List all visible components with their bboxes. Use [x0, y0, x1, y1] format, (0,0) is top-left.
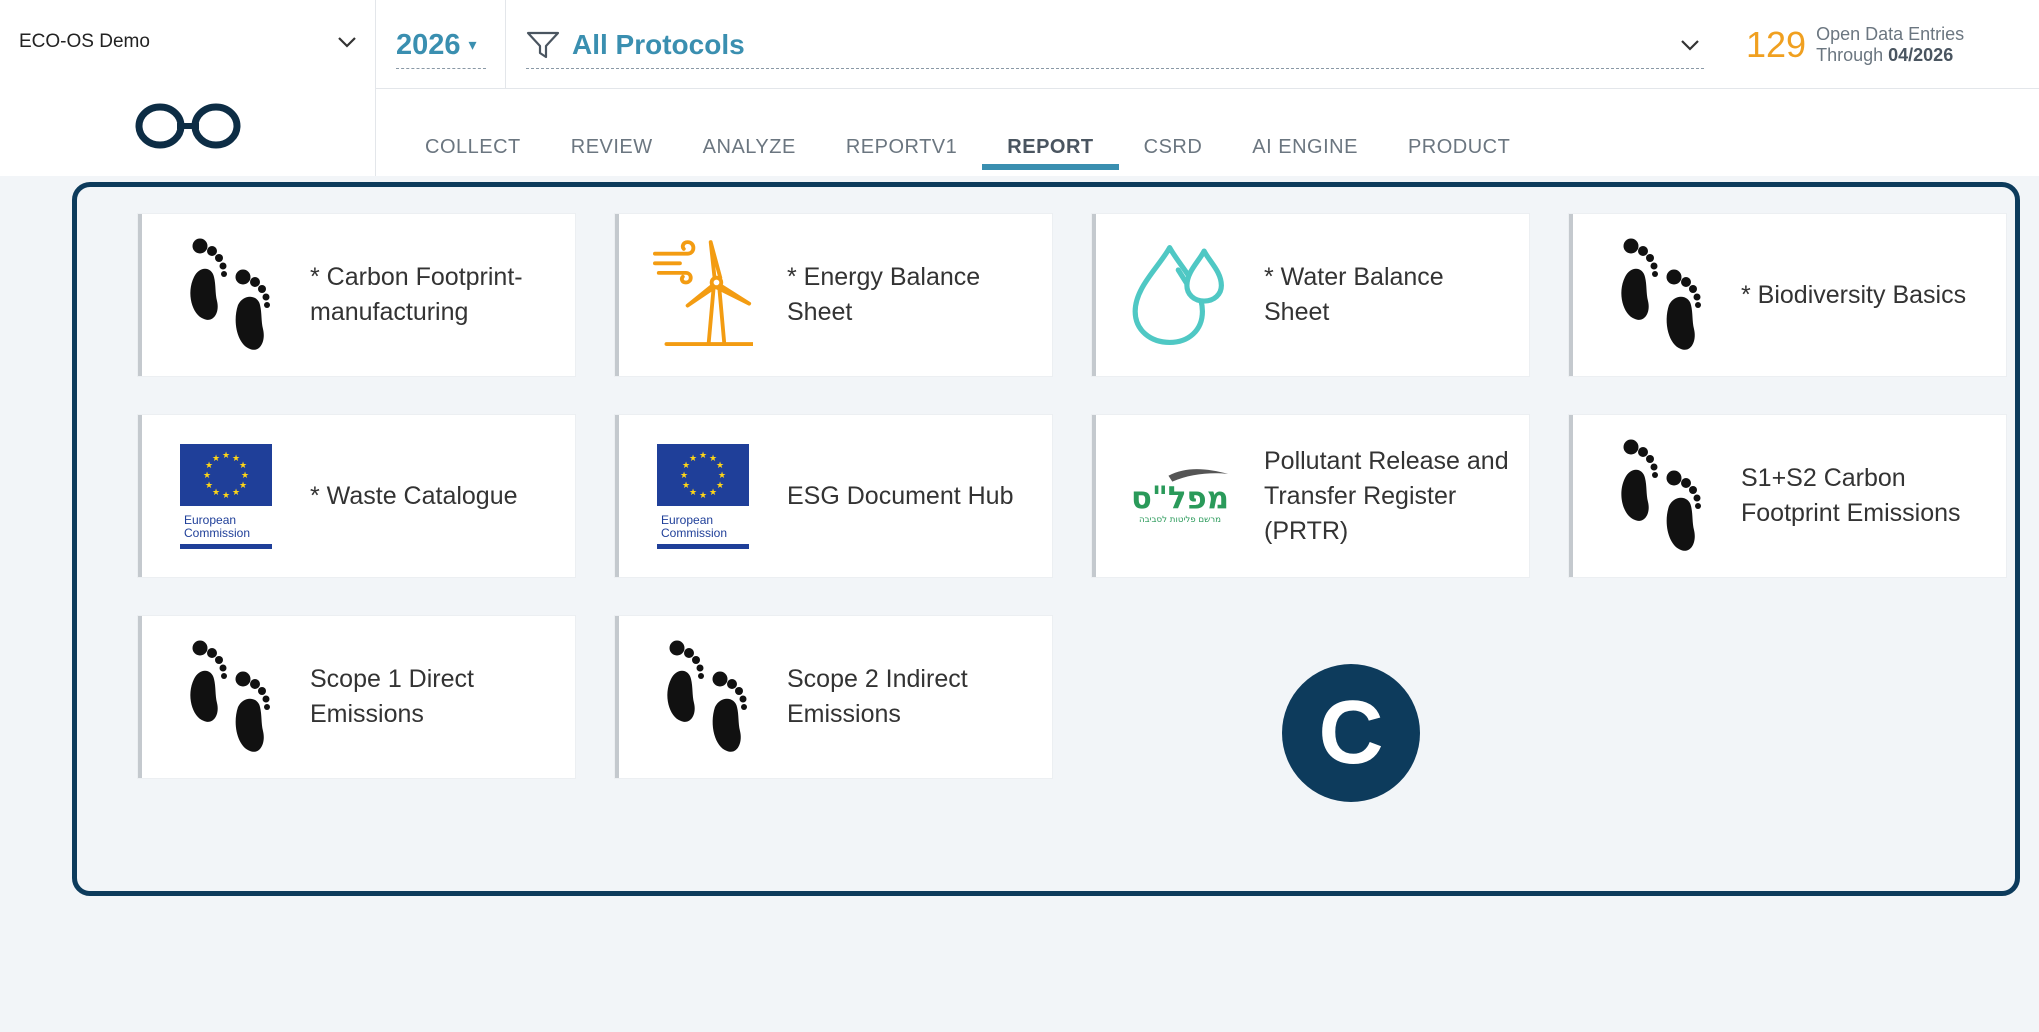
- svg-text:★: ★: [241, 471, 249, 481]
- step-badge: C: [1282, 664, 1420, 802]
- svg-text:★: ★: [699, 451, 707, 461]
- caret-down-icon: ▾: [468, 37, 477, 54]
- svg-text:★: ★: [212, 454, 220, 464]
- footprint-icon: [1607, 233, 1707, 357]
- european-commission-logo: ★ ★ ★ ★ ★ ★ ★ ★ ★ ★ ★ ★ European Commission: [176, 434, 276, 558]
- tab-collect[interactable]: COLLECT: [400, 126, 546, 170]
- chevron-down-icon: [338, 37, 356, 48]
- chevron-down-icon: [1681, 40, 1699, 51]
- ec-logo-line1: European: [661, 513, 713, 527]
- wind-turbine-icon: [653, 233, 753, 357]
- report-card-carbon-footprint-manufacturing[interactable]: * Carbon Footprint-manufacturing: [138, 214, 575, 376]
- water-drops-icon: [1130, 233, 1230, 357]
- svg-text:★: ★: [689, 488, 697, 498]
- card-label: * Energy Balance Sheet: [787, 263, 981, 326]
- header-divider: [376, 88, 2039, 89]
- card-label: * Waste Catalogue: [310, 481, 518, 510]
- through-date: 04/2026: [1888, 45, 1954, 65]
- open-entries-text: Open Data Entries Through 04/2026: [1816, 24, 1964, 66]
- svg-text:★: ★: [716, 481, 724, 491]
- card-label: Scope 1 Direct Emissions: [310, 665, 474, 728]
- top-header: ECO-OS Demo 2026 ▾ All Protocols 129 Ope…: [0, 0, 2039, 176]
- protocol-filter-label: All Protocols: [572, 29, 745, 60]
- open-data-entries[interactable]: 129 Open Data Entries Through 04/2026: [1746, 22, 1964, 68]
- svg-text:★: ★: [699, 491, 707, 501]
- tab-analyze[interactable]: ANALYZE: [678, 126, 821, 170]
- footprint-icon: [1607, 434, 1707, 558]
- svg-text:★: ★: [709, 488, 717, 498]
- ec-logo-line1: European: [184, 513, 236, 527]
- svg-text:★: ★: [222, 491, 230, 501]
- svg-text:★: ★: [205, 481, 213, 491]
- report-card-energy-balance-sheet[interactable]: * Energy Balance Sheet: [615, 214, 1052, 376]
- report-card-s1-s2-carbon-footprint[interactable]: S1+S2 Carbon Footprint Emissions: [1569, 415, 2006, 577]
- svg-text:★: ★: [239, 461, 247, 471]
- svg-text:★: ★: [203, 471, 211, 481]
- card-label: Pollutant Release and Transfer Register …: [1264, 446, 1509, 545]
- report-card-water-balance-sheet[interactable]: * Water Balance Sheet: [1092, 214, 1529, 376]
- card-label: S1+S2 Carbon Footprint Emissions: [1741, 464, 1961, 527]
- open-entries-count: 129: [1746, 24, 1807, 65]
- card-label: * Water Balance Sheet: [1264, 263, 1444, 326]
- svg-text:★: ★: [212, 488, 220, 498]
- svg-text:★: ★: [716, 461, 724, 471]
- tab-reportv1[interactable]: REPORTV1: [821, 126, 982, 170]
- year-value: 2026: [396, 28, 461, 61]
- svg-text:★: ★: [682, 481, 690, 491]
- report-card-esg-document-hub[interactable]: ★ ★ ★ ★ ★ ★ ★ ★ ★ ★ ★ ★ European Commission ESG …: [615, 415, 1052, 577]
- tab-product[interactable]: PRODUCT: [1383, 126, 1535, 170]
- svg-text:★: ★: [239, 481, 247, 491]
- svg-text:★: ★: [718, 471, 726, 481]
- report-card-prtr[interactable]: מפל"ס מרשם פליטות לסביבה Pollutant Relea…: [1092, 415, 1529, 577]
- card-label: ESG Document Hub: [787, 481, 1014, 510]
- prtr-logo-text: מפל"ס: [1131, 481, 1229, 517]
- prtr-logo-subtext: מרשם פליטות לסביבה: [1139, 515, 1221, 525]
- filter-icon: [526, 31, 560, 59]
- svg-text:★: ★: [232, 488, 240, 498]
- svg-text:★: ★: [222, 451, 230, 461]
- open-entries-label: Open Data Entries: [1816, 24, 1965, 44]
- organization-name: ECO-OS Demo: [19, 31, 150, 52]
- tab-ai-engine[interactable]: AI ENGINE: [1227, 126, 1383, 170]
- header-divider: [505, 0, 506, 88]
- footprint-icon: [176, 635, 276, 759]
- card-label: * Biodiversity Basics: [1741, 280, 1967, 309]
- year-select[interactable]: 2026 ▾: [396, 22, 486, 69]
- tab-csrd[interactable]: CSRD: [1119, 126, 1228, 170]
- organization-select[interactable]: ECO-OS Demo: [19, 22, 357, 62]
- protocol-filter-select[interactable]: All Protocols: [526, 22, 1704, 69]
- card-label: * Carbon Footprint-manufacturing: [310, 263, 523, 326]
- report-card-waste-catalogue[interactable]: ★ ★ ★ ★ ★ ★ ★ ★ ★ ★ ★ ★ European Commission * Wa…: [138, 415, 575, 577]
- footprint-icon: [176, 233, 276, 357]
- european-commission-logo: ★ ★ ★ ★ ★ ★ ★ ★ ★ ★ ★ ★ European Commission: [653, 434, 753, 558]
- tab-report[interactable]: REPORT: [982, 126, 1119, 170]
- report-card-scope-2-indirect-emissions[interactable]: Scope 2 Indirect Emissions: [615, 616, 1052, 778]
- through-label: Through: [1816, 45, 1884, 65]
- ec-logo-line2: Commission: [184, 526, 250, 540]
- ec-logo-line2: Commission: [661, 526, 727, 540]
- through-line: Through 04/2026: [1816, 45, 1964, 66]
- footprint-icon: [653, 635, 753, 759]
- svg-text:★: ★: [689, 454, 697, 464]
- tab-review[interactable]: REVIEW: [546, 126, 678, 170]
- report-card-biodiversity-basics[interactable]: * Biodiversity Basics: [1569, 214, 2006, 376]
- report-card-scope-1-direct-emissions[interactable]: Scope 1 Direct Emissions: [138, 616, 575, 778]
- prtr-logo: מפל"ס מרשם פליטות לסביבה: [1130, 434, 1230, 558]
- card-label: Scope 2 Indirect Emissions: [787, 665, 968, 728]
- eco-os-logo: [135, 103, 241, 149]
- main-nav-tabs: COLLECT REVIEW ANALYZE REPORTV1 REPORT C…: [400, 126, 1535, 170]
- svg-text:★: ★: [680, 471, 688, 481]
